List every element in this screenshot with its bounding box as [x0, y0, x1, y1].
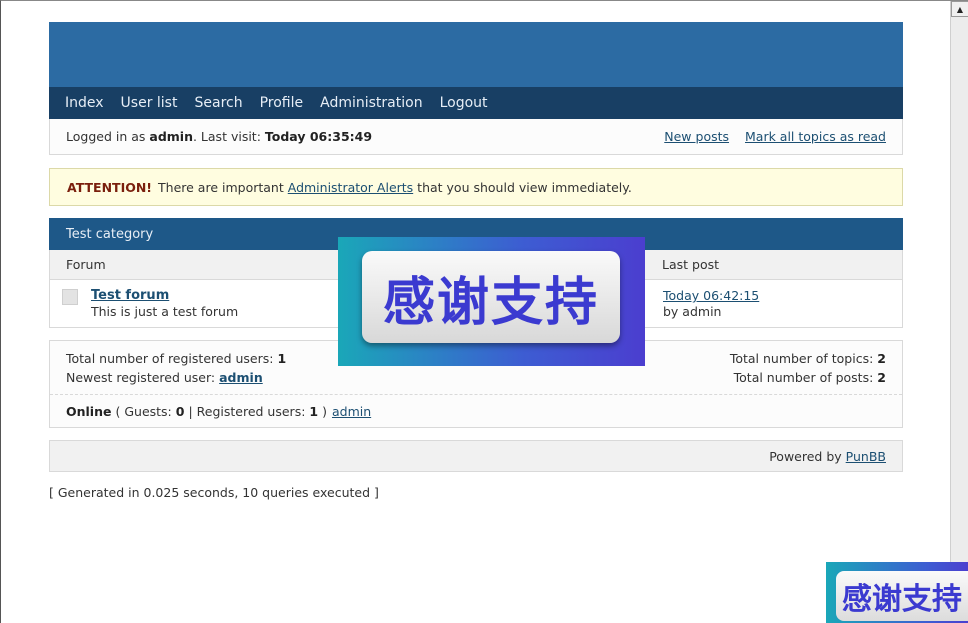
nav-search[interactable]: Search	[194, 95, 242, 111]
forum-name-link[interactable]: Test forum	[91, 288, 169, 303]
scroll-up-arrow-icon[interactable]: ▲	[951, 1, 968, 17]
total-posts-stat: Total number of posts: 2	[734, 370, 886, 385]
overlay-banner-small: 感谢支持	[826, 562, 968, 623]
registered-online-value: 1	[309, 403, 319, 419]
last-visit-prefix: . Last visit:	[192, 129, 261, 144]
total-topics-label: Total number of topics:	[729, 351, 874, 366]
last-post-author: by admin	[663, 304, 722, 319]
generation-info: [ Generated in 0.025 seconds, 10 queries…	[49, 485, 379, 500]
overlay-banner: 感谢支持	[338, 237, 645, 366]
guests-label: ( Guests:	[115, 403, 172, 419]
logged-in-username: admin	[149, 129, 193, 144]
total-topics-value: 2	[877, 351, 886, 366]
status-links: New posts Mark all topics as read	[652, 129, 886, 144]
newest-user-label: Newest registered user:	[66, 370, 216, 385]
admin-alerts-link[interactable]: Administrator Alerts	[288, 180, 413, 195]
registered-online-label: | Registered users:	[188, 403, 306, 419]
registered-users-value: 1	[277, 351, 287, 366]
footer-bar: Powered by PunBB	[49, 440, 903, 472]
total-topics-stat: Total number of topics: 2	[730, 351, 886, 366]
registered-users-stat: Total number of registered users: 1	[66, 351, 286, 366]
nav-logout[interactable]: Logout	[440, 95, 488, 111]
total-posts-value: 2	[877, 370, 886, 385]
overlay-banner-text: 感谢支持	[362, 251, 620, 343]
newest-user-link[interactable]: admin	[219, 370, 263, 385]
site-header	[49, 22, 903, 87]
user-status-bar: Logged in as admin. Last visit: Today 06…	[49, 119, 903, 155]
main-navigation: Index User list Search Profile Administr…	[49, 87, 903, 119]
overlay-banner-small-text: 感谢支持	[836, 571, 968, 621]
nav-administration[interactable]: Administration	[320, 95, 422, 111]
powered-by-text: Powered by	[769, 448, 842, 464]
close-paren: )	[322, 403, 327, 419]
last-post-link[interactable]: Today 06:42:15	[663, 288, 759, 303]
online-label: Online	[66, 403, 112, 419]
forum-status-icon	[62, 289, 78, 305]
alert-label: ATTENTION!	[67, 179, 153, 195]
nav-index[interactable]: Index	[65, 95, 104, 111]
online-user-link[interactable]: admin	[332, 404, 371, 419]
registered-users-label: Total number of registered users:	[66, 351, 274, 366]
nav-user-list[interactable]: User list	[121, 95, 178, 111]
login-info: Logged in as admin. Last visit: Today 06…	[66, 129, 372, 144]
logged-in-prefix: Logged in as	[66, 129, 146, 144]
forum-description: This is just a test forum	[91, 304, 239, 319]
new-posts-link[interactable]: New posts	[664, 129, 729, 144]
mark-all-read-link[interactable]: Mark all topics as read	[745, 129, 886, 144]
punbb-link[interactable]: PunBB	[846, 449, 886, 464]
alert-text-after: that you should view immediately.	[417, 179, 632, 195]
alert-text-before: There are important	[158, 179, 284, 195]
column-last-post: Last post	[662, 257, 720, 272]
online-users-line: Online ( Guests: 0 | Registered users: 1…	[50, 395, 902, 427]
vertical-scrollbar[interactable]: ▲	[950, 1, 968, 623]
nav-profile[interactable]: Profile	[260, 95, 304, 111]
last-visit-time: Today 06:35:49	[264, 129, 373, 144]
guests-value: 0	[175, 403, 185, 419]
newest-user-stat: Newest registered user: admin	[66, 370, 263, 385]
total-posts-label: Total number of posts:	[733, 370, 874, 385]
admin-alert-box: ATTENTION! There are important Administr…	[49, 168, 903, 206]
column-forum: Forum	[66, 257, 106, 272]
